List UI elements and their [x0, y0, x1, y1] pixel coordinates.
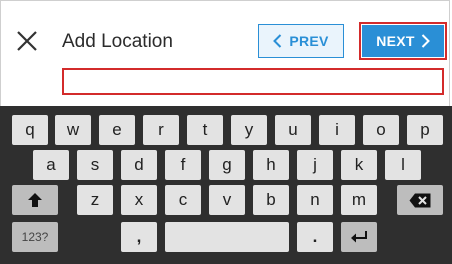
key-i[interactable]: i — [319, 115, 355, 145]
key-a[interactable]: a — [33, 150, 69, 180]
key-m[interactable]: m — [341, 185, 377, 215]
key-j[interactable]: j — [297, 150, 333, 180]
key-d[interactable]: d — [121, 150, 157, 180]
location-input[interactable] — [62, 68, 444, 95]
key-p[interactable]: p — [407, 115, 443, 145]
key-x[interactable]: x — [121, 185, 157, 215]
prev-button-label: PREV — [289, 33, 329, 49]
key-v[interactable]: v — [209, 185, 245, 215]
next-button[interactable]: NEXT — [362, 25, 444, 57]
shift-icon — [27, 192, 43, 208]
numbers-mode-key[interactable]: 123? — [12, 222, 58, 252]
key-h[interactable]: h — [253, 150, 289, 180]
key-o[interactable]: o — [363, 115, 399, 145]
backspace-key[interactable] — [397, 185, 443, 215]
key-q[interactable]: q — [12, 115, 48, 145]
key-n[interactable]: n — [297, 185, 333, 215]
next-button-label: NEXT — [376, 33, 415, 49]
key-s[interactable]: s — [77, 150, 113, 180]
close-icon[interactable] — [16, 30, 38, 52]
key-l[interactable]: l — [385, 150, 421, 180]
space-key[interactable] — [165, 222, 289, 252]
page-title: Add Location — [62, 31, 173, 52]
chevron-right-icon — [421, 34, 430, 48]
shift-key[interactable] — [12, 185, 58, 215]
key-u[interactable]: u — [275, 115, 311, 145]
key-r[interactable]: r — [143, 115, 179, 145]
key-z[interactable]: z — [77, 185, 113, 215]
chevron-left-icon — [273, 34, 282, 48]
key-g[interactable]: g — [209, 150, 245, 180]
backspace-icon — [409, 193, 431, 208]
key-y[interactable]: y — [231, 115, 267, 145]
key-k[interactable]: k — [341, 150, 377, 180]
prev-button[interactable]: PREV — [258, 24, 344, 58]
key-period[interactable]: . — [297, 222, 333, 252]
key-e[interactable]: e — [99, 115, 135, 145]
key-b[interactable]: b — [253, 185, 289, 215]
enter-icon — [350, 230, 368, 244]
key-t[interactable]: t — [187, 115, 223, 145]
key-c[interactable]: c — [165, 185, 201, 215]
key-comma[interactable]: , — [121, 222, 157, 252]
enter-key[interactable] — [341, 222, 377, 252]
key-w[interactable]: w — [55, 115, 91, 145]
keyboard: q w e r t y u i o p a s d f g h j k l z … — [0, 106, 452, 264]
key-f[interactable]: f — [165, 150, 201, 180]
